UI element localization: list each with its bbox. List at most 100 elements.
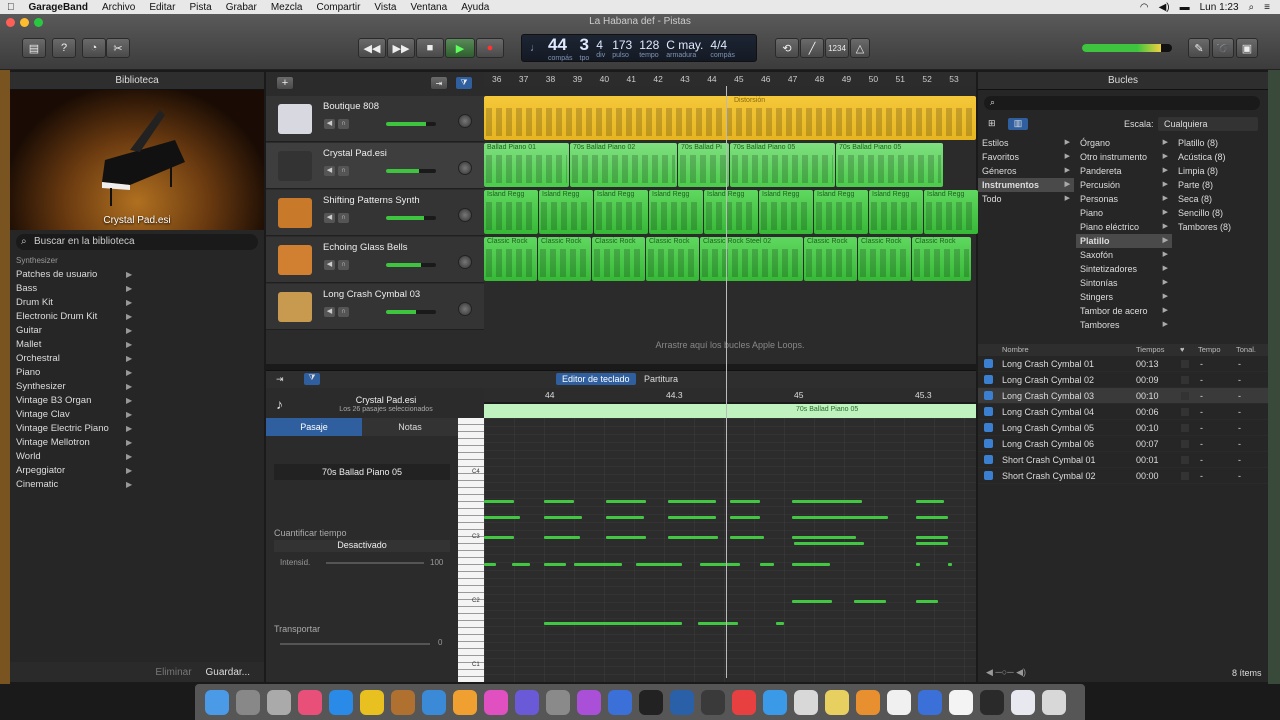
midi-note[interactable] (794, 542, 864, 545)
count-in-button[interactable]: 1234 (825, 38, 849, 58)
region-shifting-synth[interactable]: Island Regg (814, 190, 868, 234)
midi-note[interactable] (606, 500, 646, 503)
keyword-item[interactable]: Seca (8) (1174, 192, 1264, 206)
region-shifting-synth[interactable]: Island Regg (869, 190, 923, 234)
photos-icon[interactable] (856, 689, 880, 715)
menu-vista[interactable]: Vista (367, 2, 403, 13)
midi-note[interactable] (484, 563, 496, 566)
library-item[interactable]: Vintage Electric Piano ▶ (10, 422, 264, 436)
library-breadcrumb[interactable]: Synthesizer (10, 254, 264, 268)
library-item[interactable]: Mallet ▶ (10, 338, 264, 352)
safari-icon[interactable] (329, 689, 353, 715)
midi-note[interactable] (668, 500, 716, 503)
s-app-icon[interactable] (639, 689, 663, 715)
menu-pista[interactable]: Pista (182, 2, 218, 13)
keyword-item[interactable]: Tambor de acero ▶ (1076, 304, 1172, 318)
keyword-item[interactable]: Favoritos ▶ (978, 150, 1074, 164)
terminal-icon[interactable] (980, 689, 1004, 715)
editor-region-strip[interactable]: 70s Ballad Piano 05 (484, 404, 976, 418)
loop-row[interactable]: Long Crash Cymbal 01 00:13 - - (978, 356, 1268, 372)
filter-button[interactable]: ⧩ (455, 76, 473, 90)
region-boutique-808[interactable]: Distorsión (484, 96, 976, 140)
library-item[interactable]: Vintage B3 Organ ▶ (10, 394, 264, 408)
headphones-icon[interactable]: ∩ (338, 119, 349, 129)
keyword-item[interactable]: Órgano ▶ (1076, 136, 1172, 150)
mute-icon[interactable]: ◀ (324, 213, 335, 223)
library-item[interactable]: Bass ▶ (10, 282, 264, 296)
heart-icon[interactable]: ♥ (1180, 345, 1184, 354)
midi-note[interactable] (606, 536, 646, 539)
scale-select[interactable]: Cualquiera (1158, 117, 1258, 131)
keyword-item[interactable]: Saxofón ▶ (1076, 248, 1172, 262)
keyword-item[interactable]: Platillo (8) (1174, 136, 1264, 150)
grid-view-icon[interactable]: ⊞ (988, 118, 1002, 130)
keyword-item[interactable]: Percusión ▶ (1076, 178, 1172, 192)
keyword-item[interactable]: Estilos ▶ (978, 136, 1074, 150)
finder-icon[interactable] (205, 689, 229, 715)
midi-note[interactable] (854, 600, 886, 603)
tab-region[interactable]: Pasaje (266, 418, 362, 436)
midi-note[interactable] (792, 600, 832, 603)
midi-note[interactable] (512, 563, 530, 566)
headphones-icon[interactable]: ∩ (338, 260, 349, 270)
headphones-icon[interactable]: ∩ (338, 213, 349, 223)
library-item[interactable]: Vintage Mellotron ▶ (10, 436, 264, 450)
tuner-button[interactable]: ╱ (800, 38, 824, 58)
keynote-icon[interactable] (298, 689, 322, 715)
tab-score[interactable]: Partitura (644, 374, 678, 384)
keyword-item[interactable]: Stingers ▶ (1076, 290, 1172, 304)
midi-note[interactable] (730, 516, 760, 519)
keyword-item[interactable]: Géneros ▶ (978, 164, 1074, 178)
midi-note[interactable] (916, 542, 948, 545)
ical-icon[interactable] (577, 689, 601, 715)
stop-button[interactable]: ■ (416, 38, 444, 58)
keyword-item[interactable]: Sencillo (8) (1174, 206, 1264, 220)
midi-note[interactable] (700, 563, 740, 566)
library-search-input[interactable]: ⌕ Buscar en la biblioteca (16, 234, 258, 250)
library-item[interactable]: Guitar ▶ (10, 324, 264, 338)
menu-compartir[interactable]: Compartir (310, 2, 368, 13)
imovie-icon[interactable] (515, 689, 539, 715)
smart-controls-button[interactable]: ◔ (82, 38, 106, 58)
midi-note[interactable] (916, 563, 920, 566)
col-key[interactable]: Tonal. (1236, 345, 1256, 354)
track-header[interactable]: Shifting Patterns Synth ◀ ∩ (266, 190, 484, 236)
save-button[interactable]: Guardar... (206, 667, 250, 678)
keyword-item[interactable]: Piano eléctrico ▶ (1076, 220, 1172, 234)
region-name-field[interactable]: 70s Ballad Piano 05 (274, 464, 450, 480)
midi-note[interactable] (776, 622, 784, 625)
region-crystal-pad[interactable]: 70s Ballad Piano 05 (730, 143, 835, 187)
track-volume-slider[interactable] (386, 122, 436, 126)
editor-ruler[interactable]: 44 44.3 45 45.3 (484, 388, 976, 402)
preview-volume-icon[interactable]: ◀ ─○─ ◀) (986, 667, 1026, 678)
favorite-checkbox[interactable] (1181, 456, 1189, 464)
mute-icon[interactable]: ◀ (324, 119, 335, 129)
region-echoing-bells[interactable]: Classic Rock Steel 02 (700, 237, 803, 281)
mute-icon[interactable]: ◀ (324, 307, 335, 317)
region-shifting-synth[interactable]: Island Regg (484, 190, 538, 234)
midi-note[interactable] (792, 500, 862, 503)
midi-note[interactable] (484, 536, 514, 539)
pan-knob[interactable] (458, 208, 472, 222)
transpose-slider[interactable] (280, 643, 430, 645)
keyword-item[interactable]: Piano ▶ (1076, 206, 1172, 220)
library-item[interactable]: Vintage Clav ▶ (10, 408, 264, 422)
help-button[interactable]: ? (52, 38, 76, 58)
midi-note[interactable] (792, 563, 830, 566)
stickies-icon[interactable] (825, 689, 849, 715)
keyword-item[interactable]: Acústica (8) (1174, 150, 1264, 164)
track-volume-slider[interactable] (386, 310, 436, 314)
midi-note[interactable] (792, 536, 856, 539)
midi-note[interactable] (606, 516, 644, 519)
spotlight-icon[interactable] (608, 689, 632, 715)
midi-note[interactable] (668, 516, 716, 519)
library-button[interactable]: ▤ (22, 38, 46, 58)
headphones-icon[interactable]: ∩ (338, 166, 349, 176)
midi-note[interactable] (544, 622, 682, 625)
loop-row[interactable]: Long Crash Cymbal 04 00:06 - - (978, 404, 1268, 420)
loop-row[interactable]: Short Crash Cymbal 02 00:00 - - (978, 468, 1268, 484)
chrome-icon[interactable] (360, 689, 384, 715)
region-crystal-pad[interactable]: Ballad Piano 01 (484, 143, 569, 187)
cycle-button[interactable]: ⟲ (775, 38, 799, 58)
favorite-checkbox[interactable] (1181, 424, 1189, 432)
